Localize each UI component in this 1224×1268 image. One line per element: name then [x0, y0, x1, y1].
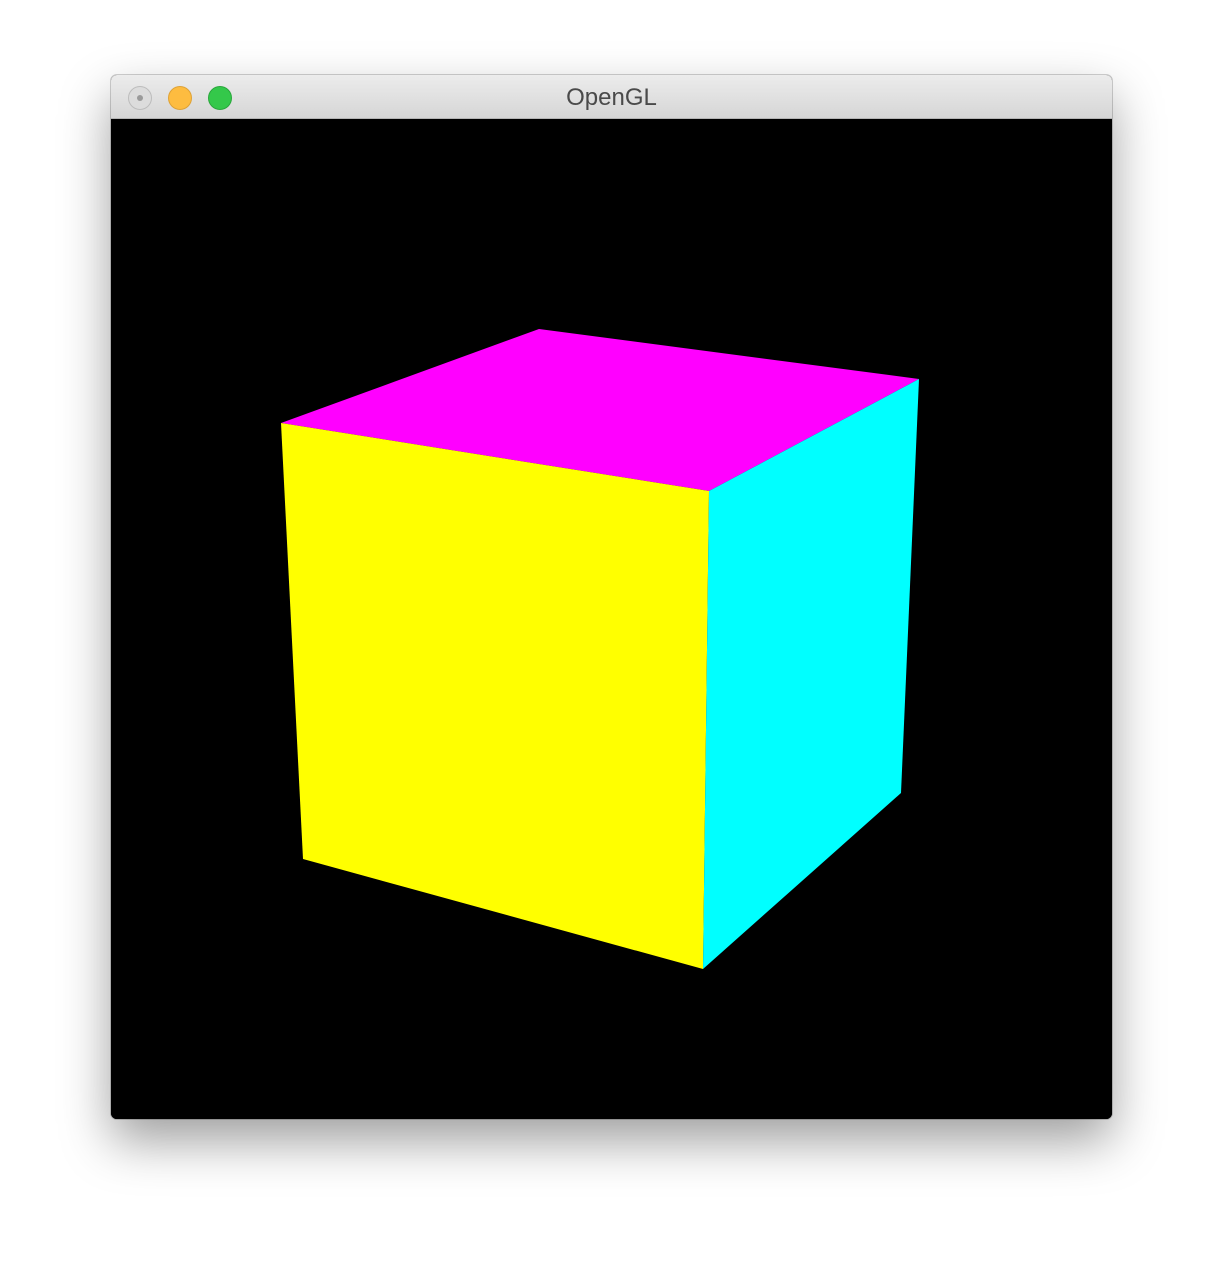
- window-titlebar[interactable]: OpenGL: [111, 75, 1112, 119]
- opengl-window[interactable]: OpenGL: [111, 75, 1112, 1119]
- opengl-viewport[interactable]: [111, 119, 1112, 1119]
- cube-canvas: [111, 119, 1112, 1119]
- window-title: OpenGL: [566, 84, 657, 111]
- desktop: OpenGL: [0, 0, 1224, 1268]
